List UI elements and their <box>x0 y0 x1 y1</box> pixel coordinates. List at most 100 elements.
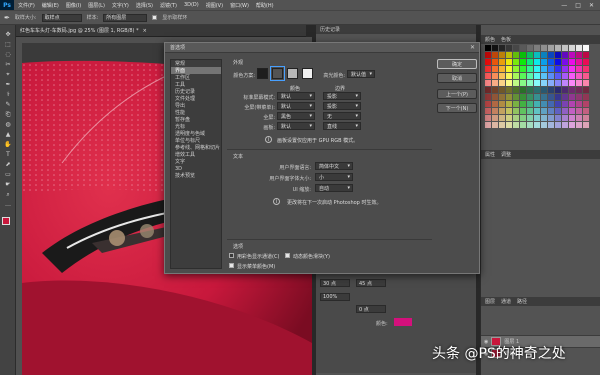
color-swatch[interactable] <box>562 52 568 58</box>
color-swatch[interactable] <box>506 87 512 93</box>
color-swatch[interactable] <box>527 80 533 86</box>
tab-paths[interactable]: 路径 <box>517 298 527 305</box>
lasso-icon[interactable]: ◌ <box>3 51 13 59</box>
color-swatch[interactable] <box>499 87 505 93</box>
tab-channels[interactable]: 通道 <box>501 298 511 305</box>
color-swatch[interactable] <box>555 94 561 100</box>
color-swatch[interactable] <box>492 87 498 93</box>
color-swatch[interactable] <box>569 59 575 65</box>
pointer-icon[interactable]: ☛ <box>3 181 13 189</box>
color-swatch[interactable] <box>576 45 582 51</box>
healing-icon[interactable]: ⚕ <box>3 91 13 99</box>
color-swatch[interactable] <box>534 94 540 100</box>
color-swatch[interactable] <box>555 115 561 121</box>
color-swatch[interactable] <box>527 108 533 114</box>
color-swatch[interactable] <box>527 52 533 58</box>
document-tab[interactable]: 红色车车头灯-车数码.jpg @ 25% (图层 1, RGB/8) * × <box>16 25 306 37</box>
color-swatch[interactable] <box>534 115 540 121</box>
color-swatch[interactable] <box>583 66 589 72</box>
color-swatch[interactable] <box>555 122 561 128</box>
close-window-button[interactable]: ✕ <box>589 2 594 9</box>
color-scheme-light[interactable] <box>287 68 298 79</box>
color-swatch[interactable] <box>555 45 561 51</box>
preferences-sidebar-item[interactable]: 增效工具 <box>171 151 221 158</box>
color-swatch[interactable] <box>548 94 554 100</box>
color-swatch[interactable] <box>576 108 582 114</box>
preferences-sidebar-item[interactable]: 导出 <box>171 102 221 109</box>
color-swatch[interactable] <box>513 80 519 86</box>
preferences-sidebar-item[interactable]: 参考线、网格和切片 <box>171 144 221 151</box>
color-swatch[interactable] <box>534 73 540 79</box>
color-swatch[interactable] <box>506 80 512 86</box>
color-swatch[interactable] <box>569 94 575 100</box>
color-swatch[interactable] <box>506 66 512 72</box>
color-swatch[interactable] <box>548 87 554 93</box>
color-swatch[interactable] <box>527 59 533 65</box>
foreground-color-swatch[interactable] <box>2 217 10 225</box>
color-swatch[interactable] <box>513 52 519 58</box>
sample-size-select[interactable]: 取样点 <box>41 13 82 22</box>
color-swatch[interactable] <box>583 101 589 107</box>
tab-layers[interactable]: 图层 <box>485 298 495 305</box>
next-button[interactable]: 下一个(N) <box>437 103 477 113</box>
color-swatch[interactable] <box>520 59 526 65</box>
preferences-sidebar-item[interactable]: 3D <box>171 165 221 172</box>
color-swatch[interactable] <box>569 52 575 58</box>
color-swatch[interactable] <box>485 73 491 79</box>
color-swatch[interactable] <box>492 94 498 100</box>
color-swatch[interactable] <box>583 73 589 79</box>
shape-icon[interactable]: ▭ <box>3 171 13 179</box>
color-swatch[interactable] <box>527 115 533 121</box>
color-swatch[interactable] <box>562 73 568 79</box>
preferences-sidebar-item[interactable]: 技术预览 <box>171 172 221 179</box>
color-swatch[interactable] <box>576 94 582 100</box>
color-swatch[interactable] <box>513 59 519 65</box>
color-swatch[interactable] <box>583 122 589 128</box>
color-swatch[interactable] <box>492 52 498 58</box>
color-swatch[interactable] <box>485 87 491 93</box>
type-icon[interactable]: T <box>3 151 13 159</box>
color-swatch[interactable] <box>562 108 568 114</box>
color-swatch[interactable] <box>583 115 589 121</box>
color-swatch[interactable] <box>506 115 512 121</box>
tab-color[interactable]: 颜色 <box>485 36 495 43</box>
color-swatch[interactable] <box>513 66 519 72</box>
color-swatch[interactable] <box>520 66 526 72</box>
menu-item[interactable]: 图层(L) <box>88 2 105 9</box>
color-swatch[interactable] <box>576 59 582 65</box>
color-swatch[interactable] <box>569 87 575 93</box>
color-swatch[interactable] <box>520 52 526 58</box>
color-swatch[interactable] <box>485 108 491 114</box>
color-swatch[interactable] <box>485 45 491 51</box>
path-select-icon[interactable]: ⬈ <box>3 161 13 169</box>
close-document-icon[interactable]: × <box>143 28 147 34</box>
ui-scaling-select[interactable]: 自动 <box>315 184 353 192</box>
stamp-icon[interactable]: ⎗ <box>3 111 13 119</box>
leading-field[interactable]: 45 点 <box>356 279 386 287</box>
color-swatch[interactable] <box>562 80 568 86</box>
color-swatch[interactable] <box>506 52 512 58</box>
menu-item[interactable]: 滤镜(T) <box>160 2 177 9</box>
color-swatch[interactable] <box>555 101 561 107</box>
color-swatch[interactable] <box>520 73 526 79</box>
previous-button[interactable]: 上一个(P) <box>437 89 477 99</box>
preferences-sidebar-item[interactable]: 文件处理 <box>171 95 221 102</box>
color-swatch[interactable] <box>527 66 533 72</box>
color-swatch[interactable] <box>485 52 491 58</box>
color-swatch[interactable] <box>541 101 547 107</box>
row-border-select[interactable]: 投影 <box>323 102 361 110</box>
color-swatch[interactable] <box>569 73 575 79</box>
color-swatch[interactable] <box>499 52 505 58</box>
color-swatch[interactable] <box>513 122 519 128</box>
color-swatch[interactable] <box>583 94 589 100</box>
menu-item[interactable]: 文件(F) <box>18 2 35 9</box>
row-border-select[interactable]: 无 <box>323 112 361 120</box>
color-swatch[interactable] <box>541 108 547 114</box>
color-swatch[interactable] <box>548 73 554 79</box>
color-swatch[interactable] <box>499 80 505 86</box>
menu-item[interactable]: 编辑(E) <box>42 2 59 9</box>
color-swatch[interactable] <box>520 87 526 93</box>
color-swatch[interactable] <box>492 66 498 72</box>
tab-swatches[interactable]: 色板 <box>501 36 511 43</box>
color-swatch[interactable] <box>513 115 519 121</box>
